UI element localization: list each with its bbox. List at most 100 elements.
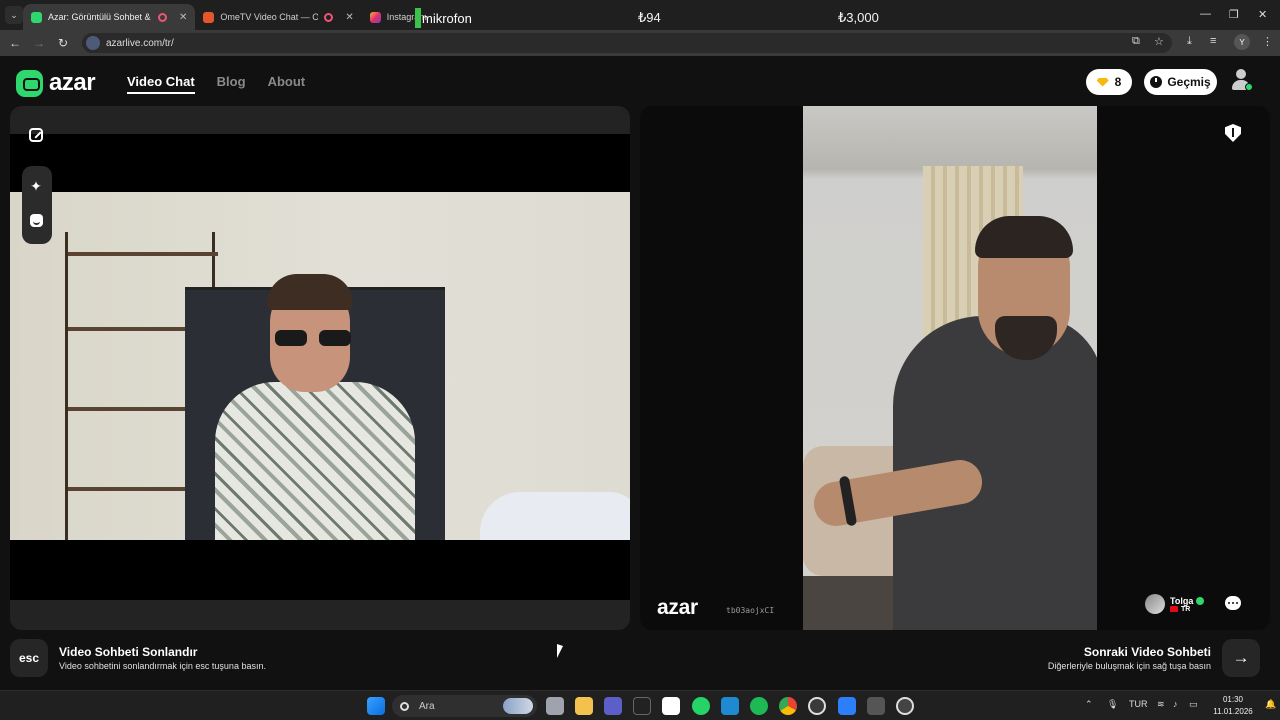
notion-icon[interactable] (662, 697, 680, 715)
sparkle-icon: ✦ (30, 177, 42, 194)
tab-azar[interactable]: Azar: Görüntülü Sohbet & V ✕ (23, 4, 196, 30)
peer-name: Tolga (1170, 595, 1194, 606)
wifi-icon[interactable]: ≋ (1157, 699, 1165, 710)
profile-avatar[interactable]: Y (1234, 34, 1250, 50)
peer-camera-feed (803, 106, 1097, 630)
url-field[interactable]: azarlive.com/tr/ (82, 33, 1172, 53)
chat-bubble-icon[interactable] (1225, 596, 1241, 610)
search-highlight-icon (503, 698, 533, 714)
peer-country: TR (1181, 605, 1191, 613)
tray-chevron-icon[interactable]: ⌃ (1085, 699, 1093, 710)
azar-favicon-icon (31, 11, 42, 23)
mic-label: mikrofon (422, 10, 472, 26)
download-icon[interactable]: ⤓ (1187, 35, 1192, 48)
history-label: Geçmiş (1167, 75, 1211, 89)
teams-icon[interactable] (604, 697, 622, 715)
reload-icon[interactable]: ↻ (51, 36, 75, 50)
clock-icon (1150, 76, 1163, 88)
tab-title: Azar: Görüntülü Sohbet & V (48, 12, 152, 22)
search-icon (400, 701, 409, 711)
gem-balance-button[interactable]: 8 (1086, 69, 1132, 95)
notification-icon[interactable]: 🔔 (1265, 699, 1276, 710)
site-info-icon[interactable] (86, 36, 100, 50)
nav-blog[interactable]: Blog (217, 74, 246, 94)
taskbar-search[interactable]: Ara (392, 695, 537, 717)
file-explorer-icon[interactable] (575, 697, 593, 715)
peer-profile-tag[interactable]: Tolga TR (1145, 594, 1205, 614)
address-bar: ← → ↻ azarlive.com/tr/ ⧉ ☆ ⤓ ≡ Y ⋮ (0, 30, 1280, 56)
self-video (10, 134, 630, 600)
todo-icon[interactable] (838, 697, 856, 715)
close-tab-icon[interactable]: ✕ (179, 12, 187, 23)
end-chat-button[interactable]: esc (10, 639, 48, 677)
whatsapp-icon[interactable] (692, 697, 710, 715)
recording-icon (324, 12, 334, 22)
reading-list-icon[interactable]: ≡ (1210, 35, 1216, 47)
task-view-icon[interactable] (546, 697, 564, 715)
nav-about[interactable]: About (268, 74, 306, 94)
azar-logo[interactable]: azar (16, 69, 96, 97)
azar-logo-icon (16, 69, 43, 97)
end-chat-title: Video Sohbeti Sonlandır (59, 645, 198, 659)
cast-icon[interactable]: ⧉ (1132, 35, 1140, 48)
session-id: tb03aojxCI (726, 606, 775, 615)
mic-overlay: mikrofon (415, 8, 472, 28)
next-chat-button[interactable]: → (1222, 639, 1260, 677)
obs-icon[interactable] (896, 697, 914, 715)
clock-date: 11.01.2026 (1213, 707, 1253, 716)
self-camera-feed (10, 192, 630, 540)
logo-text: azar (49, 69, 96, 96)
minimize-icon[interactable]: — (1200, 8, 1211, 20)
self-video-panel: ✦ (10, 106, 630, 630)
microphone-icon[interactable]: 🎙 (1107, 699, 1118, 710)
expand-button[interactable] (21, 120, 51, 150)
windows-taskbar: Ara ⌃ 🎙 TUR ≋ ♪ ▭ 01:30 11.01.2026 🔔 (0, 690, 1280, 720)
nav-video-chat[interactable]: Video Chat (127, 74, 195, 94)
history-button[interactable]: Geçmiş (1144, 69, 1217, 95)
next-chat-description: Diğerleriyle buluşmak için sağ tuşa bası… (1047, 661, 1211, 671)
instagram-favicon-icon (369, 11, 381, 23)
app-cube-icon[interactable] (867, 697, 885, 715)
apple-tv-icon[interactable] (633, 697, 651, 715)
main-nav: Video Chat Blog About (127, 74, 305, 94)
peer-video-panel: azar tb03aojxCI Tolga TR (640, 106, 1270, 630)
face-filter-button[interactable] (21, 205, 51, 235)
forward-icon[interactable]: → (27, 36, 51, 50)
report-mark (1232, 128, 1234, 137)
verified-icon (1196, 596, 1205, 605)
chrome-icon[interactable] (779, 697, 797, 715)
next-chat-title: Sonraki Video Sohbeti (1083, 645, 1211, 659)
windows-start-icon[interactable] (367, 697, 385, 715)
back-icon[interactable]: ← (3, 36, 27, 50)
close-window-icon[interactable]: ✕ (1258, 8, 1267, 21)
browser-menu-icon[interactable]: ⋮ (1262, 35, 1273, 48)
spotify-icon[interactable] (750, 697, 768, 715)
recording-icon (158, 12, 167, 22)
face-filter-icon (29, 213, 43, 227)
vscode-icon[interactable] (721, 697, 739, 715)
self-video-footer (10, 600, 630, 630)
turkey-flag-icon (1170, 606, 1178, 612)
language-indicator[interactable]: TUR (1129, 699, 1148, 709)
mouse-cursor-icon (557, 644, 563, 658)
taskbar-clock[interactable]: 01:30 11.01.2026 (1210, 694, 1256, 718)
chatgpt-icon[interactable] (808, 697, 826, 715)
restore-icon[interactable]: ❐ (1229, 8, 1239, 21)
user-profile-icon[interactable] (1230, 69, 1253, 93)
mic-level-icon (415, 8, 421, 28)
effects-button[interactable]: ✦ (21, 171, 51, 201)
azar-page: azar Video Chat Blog About 8 Geçmiş ✦ az… (0, 56, 1280, 690)
price-overlay-a: ₺94 (638, 10, 661, 25)
price-overlay-b: ₺3,000 (838, 10, 879, 25)
tab-ometv[interactable]: OmeTV Video Chat — Ome ✕ (195, 4, 361, 30)
tab-search-button[interactable]: ⌄ (5, 6, 23, 24)
tab-title: OmeTV Video Chat — Ome (220, 12, 319, 22)
gem-icon (1096, 77, 1109, 87)
azar-watermark: azar (657, 596, 698, 619)
volume-icon[interactable]: ♪ (1173, 699, 1178, 709)
clock-time: 01:30 (1222, 695, 1244, 704)
bookmark-star-icon[interactable]: ☆ (1154, 35, 1164, 48)
battery-icon[interactable]: ▭ (1189, 699, 1198, 710)
peer-avatar (1145, 594, 1165, 614)
close-tab-icon[interactable]: ✕ (345, 12, 353, 23)
